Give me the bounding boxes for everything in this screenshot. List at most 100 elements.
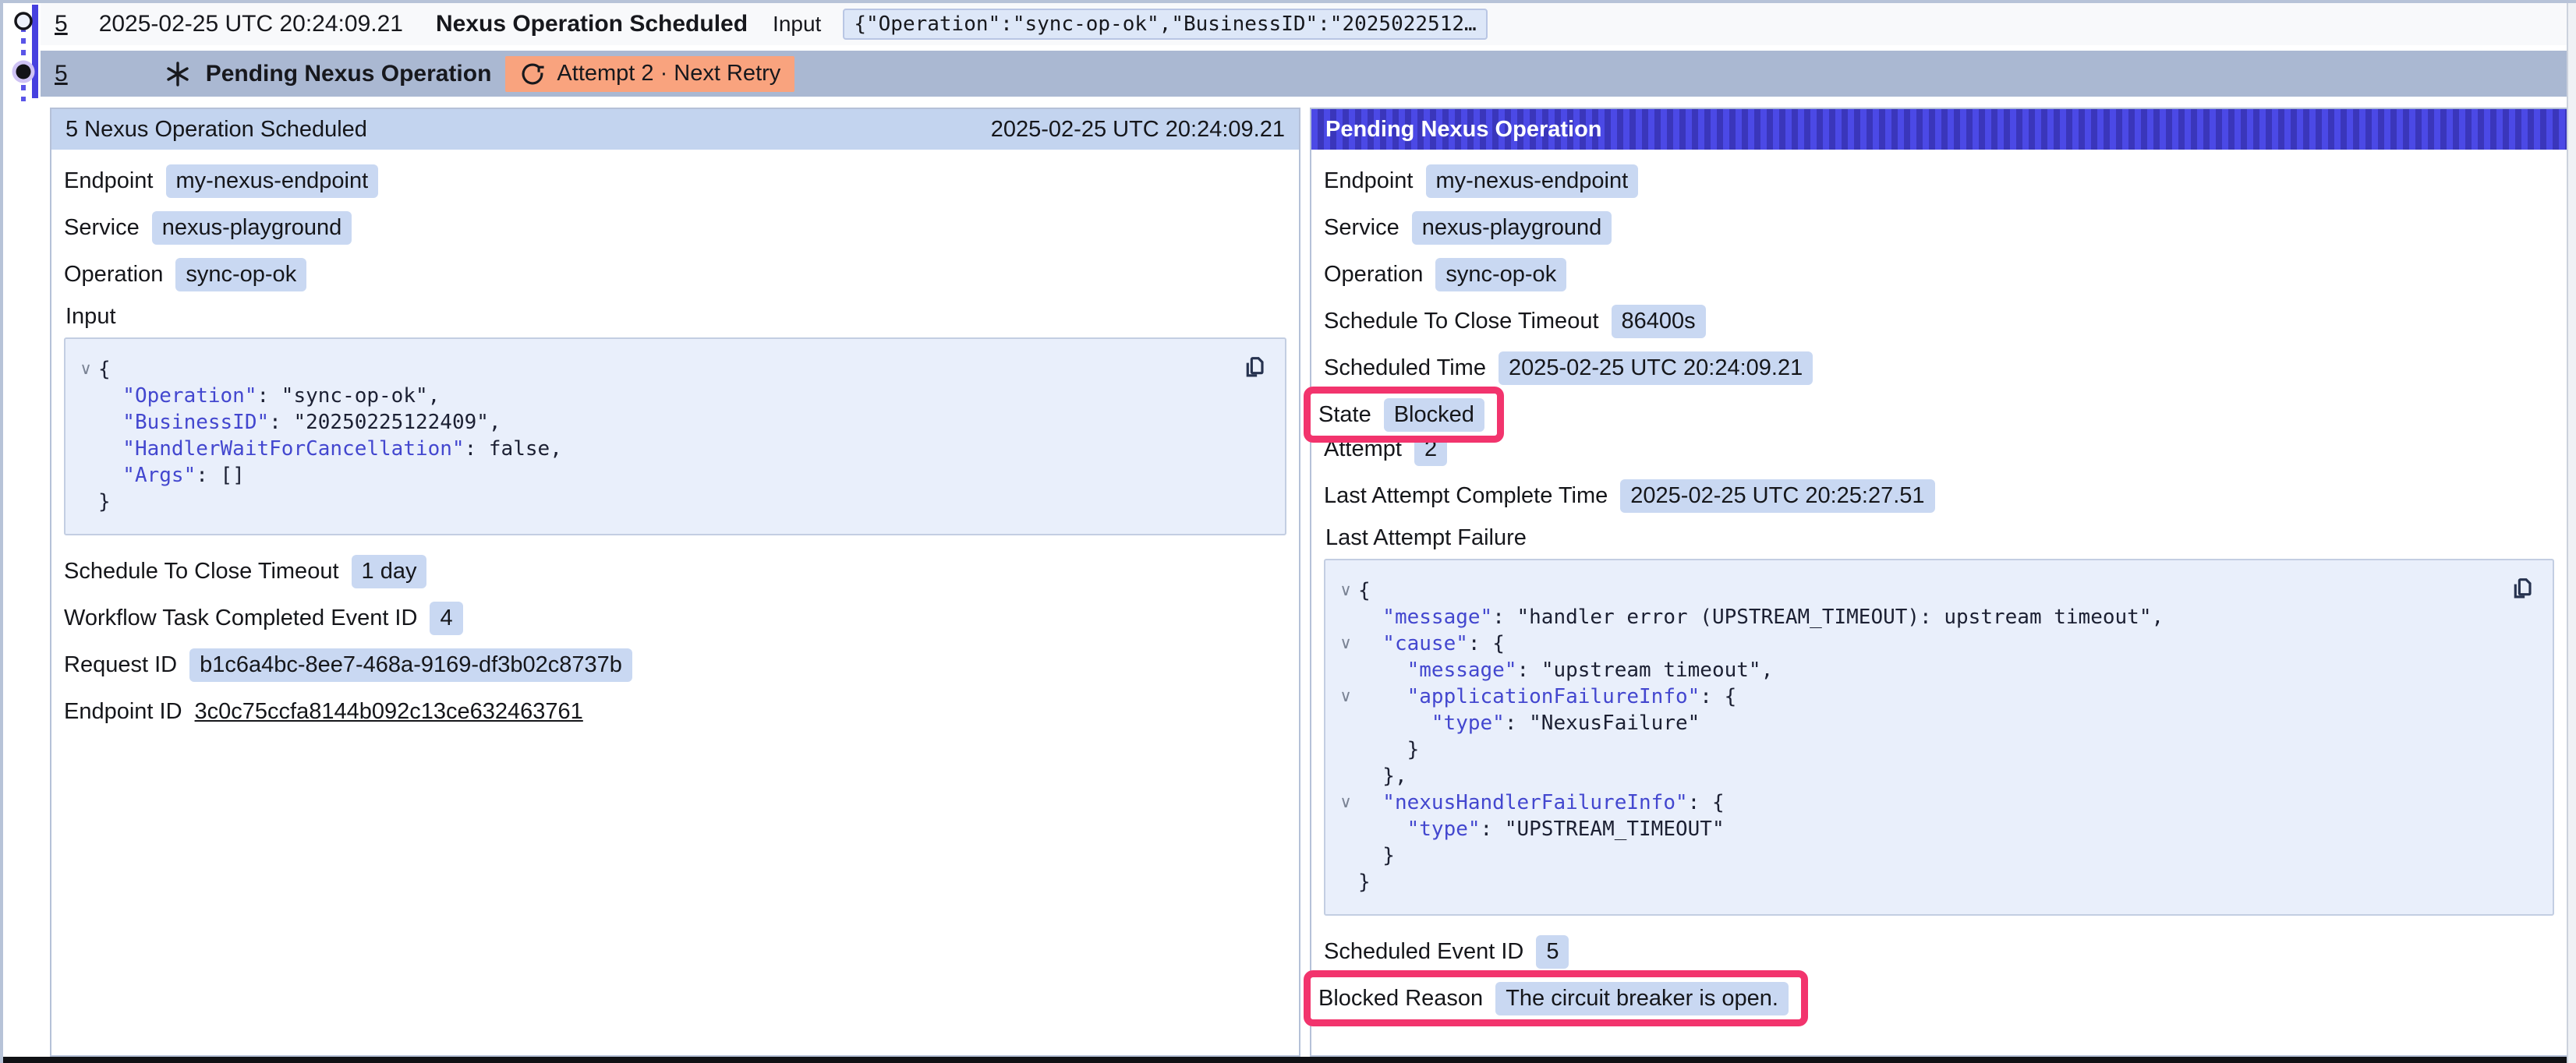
field-value-badge: 5 — [1536, 935, 1569, 969]
code-gutter — [1333, 842, 1358, 869]
code-line: } — [1333, 869, 2498, 895]
field-value-badge: 1 day — [352, 555, 427, 588]
field-endpoint: Endpointmy-nexus-endpoint — [64, 164, 1288, 198]
left-panel-title: 5 Nexus Operation Scheduled — [65, 117, 367, 143]
code-gutter — [73, 462, 98, 489]
code-gutter — [1333, 604, 1358, 630]
event-id-link[interactable]: 5 — [55, 61, 68, 87]
event-row-pending[interactable]: 5 Pending Nexus Operation Attempt 2 · Ne… — [41, 51, 2567, 97]
failure-section-label: Last Attempt Failure — [1325, 525, 2556, 551]
field-value-badge: sync-op-ok — [1435, 258, 1566, 291]
input-section-label: Input — [65, 304, 1288, 330]
field-label: Blocked Reason — [1318, 986, 1483, 1012]
right-panel-header: Pending Nexus Operation — [1311, 109, 2567, 150]
field-operation: Operationsync-op-ok — [64, 257, 1288, 291]
copy-icon[interactable] — [2507, 573, 2537, 602]
code-gutter — [73, 409, 98, 436]
field-value-badge: 4 — [430, 602, 462, 635]
event-row-scheduled[interactable]: 5 2025-02-25 UTC 20:24:09.21 Nexus Opera… — [41, 3, 2567, 45]
field-blocked-reason: Blocked Reason The circuit breaker is ope… — [1318, 981, 1789, 1015]
field-endpoint-id: Endpoint ID 3c0c75ccfa8144b092c13ce632463… — [64, 694, 1288, 729]
field-value-badge: 2025-02-25 UTC 20:25:27.51 — [1620, 479, 1934, 513]
field-attempt: Attempt2 — [1324, 432, 2556, 466]
field-last-attempt-complete-time: Last Attempt Complete Time 2025-02-25 UTC… — [1324, 479, 2556, 513]
field-value-link[interactable]: 3c0c75ccfa8144b092c13ce632463761 — [195, 699, 583, 725]
code-gutter — [1333, 763, 1358, 789]
annotation-highlight-box: Blocked Reason The circuit breaker is ope… — [1304, 970, 1808, 1026]
panel-nexus-operation-scheduled: 5 Nexus Operation Scheduled 2025-02-25 U… — [50, 108, 1300, 1057]
event-input-preview[interactable]: {"Operation":"sync-op-ok","BusinessID":"… — [843, 9, 1487, 40]
code-line: "Args": [] — [73, 462, 1230, 489]
pending-asterisk-icon — [164, 60, 192, 88]
code-gutter — [73, 489, 98, 515]
event-timestamp: 2025-02-25 UTC 20:24:09.21 — [99, 11, 403, 37]
panel-pending-nexus-operation: Pending Nexus Operation Endpoint my-nexus… — [1310, 108, 2568, 1057]
field-label: Request ID — [64, 652, 177, 678]
code-line: }, — [1333, 763, 2498, 789]
code-line: "type": "NexusFailure" — [1333, 710, 2498, 736]
field-request-id: Request ID b1c6a4bc-8ee7-468a-9169-df3b02… — [64, 648, 1288, 682]
left-panel-header: 5 Nexus Operation Scheduled 2025-02-25 U… — [51, 109, 1299, 150]
field-scheduled-time: Scheduled Time2025-02-25 UTC 20:24:09.21 — [1324, 351, 2556, 385]
code-line: "BusinessID": "20250225122409", — [73, 409, 1230, 436]
field-label: Schedule To Close Timeout — [64, 559, 339, 584]
field-label: State — [1318, 402, 1371, 428]
collapse-chevron-icon[interactable]: ∨ — [1333, 683, 1358, 710]
code-gutter — [1333, 657, 1358, 683]
failure-json-code: ∨{"message": "handler error (UPSTREAM_TI… — [1333, 577, 2498, 895]
retry-badge: Attempt 2 · Next Retry — [505, 56, 794, 92]
code-line: } — [1333, 736, 2498, 763]
field-label: Endpoint — [1324, 168, 1414, 194]
scrollbar-track[interactable] — [2567, 3, 2576, 1063]
field-label: Operation — [64, 262, 163, 288]
field-value-badge: nexus-playground — [152, 211, 352, 245]
event-timeline-rail — [3, 3, 47, 112]
right-panel-fields-bottom: Scheduled Event ID5Blocked ReasonThe cir… — [1324, 934, 2556, 1026]
row-divider — [41, 45, 2567, 51]
field-label: Last Attempt Complete Time — [1324, 483, 1608, 509]
collapse-chevron-icon[interactable]: ∨ — [1333, 577, 1358, 604]
field-label: Service — [64, 215, 140, 241]
field-value-badge: The circuit breaker is open. — [1495, 982, 1789, 1015]
field-label: Endpoint ID — [64, 699, 182, 725]
right-panel-fields-top: Endpoint my-nexus-endpoint Servicenexus-pl… — [1324, 164, 2556, 513]
code-gutter — [1333, 736, 1358, 763]
code-line: "message": "handler error (UPSTREAM_TIME… — [1333, 604, 2498, 630]
field-value-badge: b1c6a4bc-8ee7-468a-9169-df3b02c8737b — [189, 648, 632, 682]
code-gutter — [73, 383, 98, 409]
code-gutter — [1333, 816, 1358, 842]
field-schedule-to-close-timeout: Schedule To Close Timeout86400s — [1324, 304, 2556, 338]
code-line: "type": "UPSTREAM_TIMEOUT" — [1333, 816, 2498, 842]
event-title: Nexus Operation Scheduled — [436, 11, 748, 37]
code-gutter — [73, 436, 98, 462]
code-line: ∨{ — [73, 356, 1230, 383]
collapse-chevron-icon[interactable]: ∨ — [1333, 789, 1358, 816]
event-id-link[interactable]: 5 — [55, 11, 68, 37]
field-value-badge: 86400s — [1612, 305, 1706, 338]
field-value-badge: my-nexus-endpoint — [1426, 164, 1639, 198]
code-line: ∨"cause": { — [1333, 630, 2498, 657]
event-node-open-icon — [16, 13, 31, 29]
field-scheduled-event-id: Scheduled Event ID 5 — [1324, 934, 2556, 969]
field-value-badge: Blocked — [1384, 398, 1484, 432]
collapse-chevron-icon[interactable]: ∨ — [1333, 630, 1358, 657]
copy-icon[interactable] — [1240, 351, 1269, 381]
field-schedule-to-close-timeout: Schedule To Close Timeout 1 day — [64, 554, 1288, 588]
collapse-chevron-icon[interactable]: ∨ — [73, 356, 98, 383]
retry-refresh-icon — [519, 61, 546, 87]
code-line: "message": "upstream timeout", — [1333, 657, 2498, 683]
field-endpoint: Endpoint my-nexus-endpoint — [1324, 164, 2556, 198]
field-service: Service nexus-playground — [64, 210, 1288, 245]
timeline-active-bar — [32, 5, 38, 98]
field-value-badge: nexus-playground — [1412, 211, 1612, 245]
code-line: ∨"nexusHandlerFailureInfo": { — [1333, 789, 2498, 816]
field-service: Servicenexus-playground — [1324, 210, 2556, 245]
left-panel-fields-top: Endpointmy-nexus-endpoint Service nexus-pl… — [64, 164, 1288, 291]
failure-json-viewer: ∨{"message": "handler error (UPSTREAM_TI… — [1324, 559, 2554, 916]
field-operation: Operationsync-op-ok — [1324, 257, 2556, 291]
left-panel-timestamp: 2025-02-25 UTC 20:24:09.21 — [991, 117, 1285, 143]
left-panel-fields-bottom: Schedule To Close Timeout1 dayWorkflow T… — [64, 554, 1288, 729]
field-label: Scheduled Event ID — [1324, 939, 1523, 965]
code-line: ∨"applicationFailureInfo": { — [1333, 683, 2498, 710]
event-rows: 5 2025-02-25 UTC 20:24:09.21 Nexus Opera… — [41, 3, 2567, 97]
